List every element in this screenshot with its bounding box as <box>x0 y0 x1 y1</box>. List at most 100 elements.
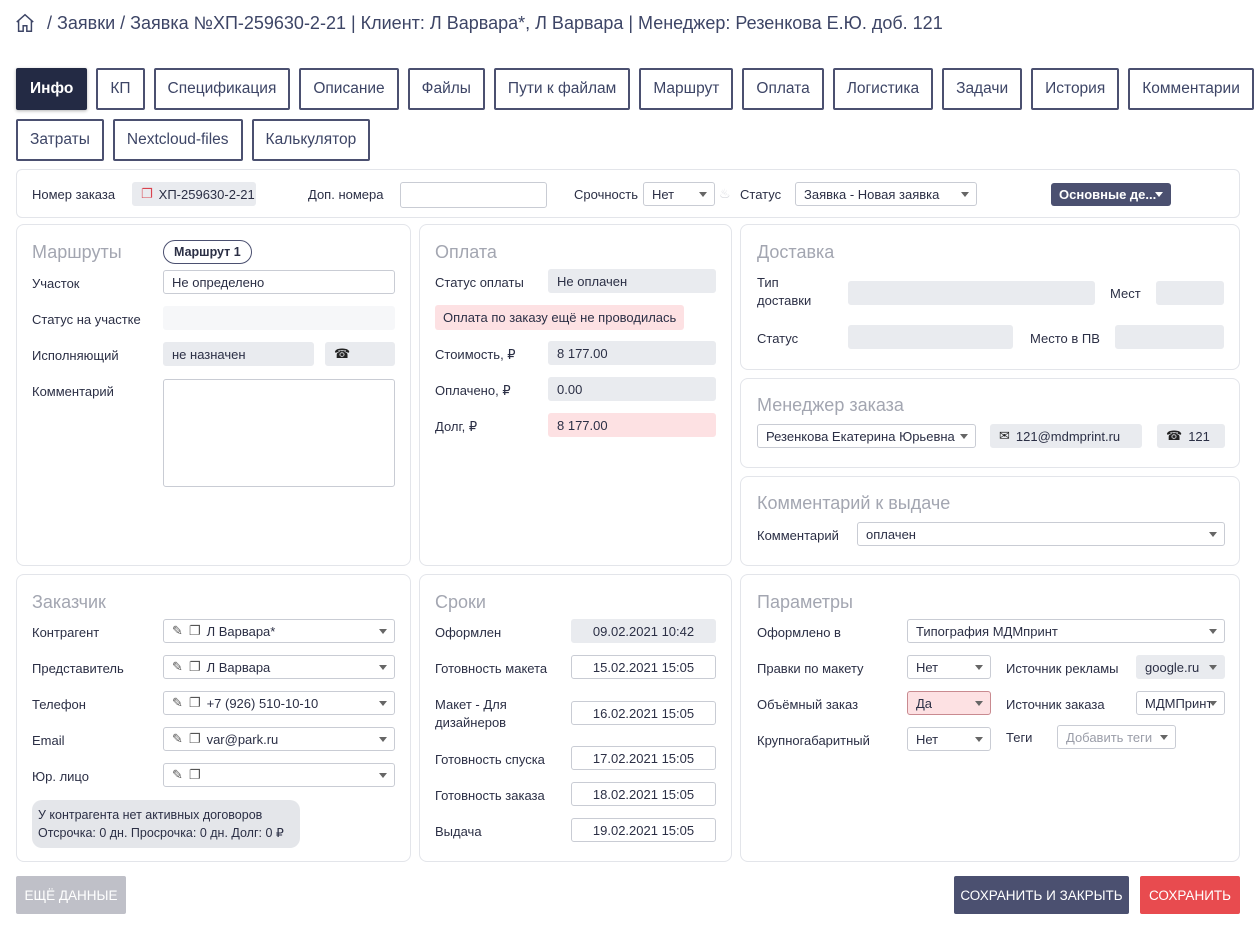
created-label: Оформлен <box>435 625 502 640</box>
order-number-field[interactable]: ❐ ХП-259630-2-21 <box>132 182 256 206</box>
manager-phone-field[interactable]: ☎ 121 <box>1157 424 1225 448</box>
executor-label: Исполняющий <box>32 348 119 363</box>
tab-costs[interactable]: Затраты <box>16 119 104 161</box>
tab-description[interactable]: Описание <box>299 68 399 110</box>
save-button[interactable]: Сохранить <box>1140 876 1240 914</box>
order-number-label: Номер заказа <box>32 187 116 202</box>
comment-label: Комментарий <box>32 384 114 399</box>
issued-in-select[interactable]: Типография МДМпринт <box>907 619 1225 643</box>
section-input[interactable]: Не определено <box>163 270 395 294</box>
edit-icon[interactable]: ✎ <box>172 623 183 639</box>
extra-numbers-input[interactable] <box>400 182 547 208</box>
ad-source-select[interactable]: google.ru <box>1136 655 1225 679</box>
edit-icon[interactable]: ✎ <box>172 767 183 783</box>
cost-field: 8 177.00 <box>548 341 716 365</box>
copy-icon[interactable]: ❐ <box>189 623 201 639</box>
edit-icon[interactable]: ✎ <box>172 695 183 711</box>
manager-select[interactable]: Резенкова Екатерина Юрьевна <box>757 424 976 448</box>
deadlines-title: Сроки <box>435 592 486 612</box>
order-ready-field[interactable]: 18.02.2021 15:05 <box>571 782 716 806</box>
edits-select[interactable]: Нет <box>907 655 991 679</box>
copy-icon[interactable]: ❐ <box>189 731 201 747</box>
delivery-card: Доставка Тип доставки Мест Статус Место … <box>740 224 1240 370</box>
main-actions-dropdown[interactable]: Основные де... <box>1051 183 1171 206</box>
issue-comment-title: Комментарий к выдаче <box>757 493 951 513</box>
layout-designers-field[interactable]: 16.02.2021 15:05 <box>571 701 716 725</box>
routes-title: Маршруты <box>32 242 122 262</box>
email-select[interactable]: ✎ ❐ var@park.ru <box>163 727 395 751</box>
bulk-order-select[interactable]: Да <box>907 691 991 715</box>
layout-ready-label: Готовность макета <box>435 661 548 676</box>
order-source-select[interactable]: МДМПринт <box>1136 691 1225 715</box>
phone-value: +7 (926) 510-10-10 <box>206 695 319 711</box>
manager-card: Менеджер заказа Резенкова Екатерина Юрье… <box>740 378 1240 468</box>
release-ready-field[interactable]: 17.02.2021 15:05 <box>571 746 716 770</box>
debt-info-line: Отсрочка: 0 дн. Просрочка: 0 дн. Долг: 0… <box>38 826 284 840</box>
tab-payment[interactable]: Оплата <box>742 68 824 110</box>
release-ready-label: Готовность спуска <box>435 752 545 767</box>
tab-comments[interactable]: Комментарии <box>1128 68 1254 110</box>
customer-title: Заказчик <box>32 592 106 612</box>
executor-phone-field[interactable]: ☎ <box>325 342 395 366</box>
issue-date-field[interactable]: 19.02.2021 15:05 <box>571 818 716 842</box>
created-field: 09.02.2021 10:42 <box>571 619 716 643</box>
tab-files[interactable]: Файлы <box>407 68 485 110</box>
copy-icon[interactable]: ❐ <box>141 186 153 202</box>
legal-entity-select[interactable]: ✎ ❐ <box>163 763 395 787</box>
tab-calculator[interactable]: Калькулятор <box>251 119 371 161</box>
tags-label: Теги <box>1006 730 1033 745</box>
urgency-select[interactable]: Нет <box>643 182 715 206</box>
payment-status-field: Не оплачен <box>548 269 716 293</box>
tab-nextcloud-files[interactable]: Nextcloud-files <box>112 119 243 161</box>
copy-icon[interactable]: ❐ <box>189 659 201 675</box>
phone-label: Телефон <box>32 697 86 712</box>
payment-title: Оплата <box>435 242 497 262</box>
route-comment-textarea[interactable] <box>163 379 395 487</box>
tab-history[interactable]: История <box>1031 68 1120 110</box>
more-data-button[interactable]: Ещё данные <box>16 876 126 914</box>
ad-source-label: Источник рекламы <box>1006 661 1119 676</box>
tab-kp[interactable]: КП <box>96 68 145 110</box>
tab-file-paths[interactable]: Пути к файлам <box>493 68 631 110</box>
breadcrumb: / Заявки / Заявка №ХП-259630-2-21 | Клие… <box>14 9 943 37</box>
manager-email-field[interactable]: ✉ 121@mdmprint.ru <box>990 424 1142 448</box>
breadcrumb-orders-link[interactable]: Заявки <box>57 13 115 34</box>
pv-place-label: Место в ПВ <box>1030 331 1100 346</box>
tab-tasks[interactable]: Задачи <box>942 68 1023 110</box>
issue-comment-select[interactable]: оплачен <box>857 522 1225 546</box>
tab-logistics[interactable]: Логистика <box>832 68 934 110</box>
layout-ready-field[interactable]: 15.02.2021 15:05 <box>571 655 716 679</box>
tags-select[interactable]: Добавить теги <box>1057 725 1176 749</box>
tab-route[interactable]: Маршрут <box>639 68 734 110</box>
copy-icon[interactable]: ❐ <box>189 767 201 783</box>
bulk-order-label: Объёмный заказ <box>757 697 859 712</box>
counterparty-select[interactable]: ✎ ❐ Л Варвара* <box>163 619 395 643</box>
representative-value: Л Варвара <box>206 659 271 675</box>
tab-info[interactable]: Инфо <box>16 68 88 110</box>
phone-icon: ☎ <box>1166 428 1183 443</box>
edit-icon[interactable]: ✎ <box>172 659 183 675</box>
delivery-title: Доставка <box>757 242 835 262</box>
executor-field[interactable]: не назначен <box>163 342 314 366</box>
route-1-pill[interactable]: Маршрут 1 <box>163 240 252 264</box>
save-and-close-button[interactable]: Сохранить и закрыть <box>954 876 1129 914</box>
email-value: var@park.ru <box>206 731 279 747</box>
email-label: Email <box>32 733 65 748</box>
layout-designers-label: Макет - Для дизайнеров <box>435 697 507 730</box>
pv-place-field[interactable] <box>1115 325 1224 349</box>
places-label: Мест <box>1110 286 1141 301</box>
copy-icon[interactable]: ❐ <box>189 695 201 711</box>
large-size-select[interactable]: Нет <box>907 727 991 751</box>
edit-icon[interactable]: ✎ <box>172 731 183 747</box>
phone-select[interactable]: ✎ ❐ +7 (926) 510-10-10 <box>163 691 395 715</box>
delivery-status-field[interactable] <box>848 325 1013 349</box>
representative-select[interactable]: ✎ ❐ Л Варвара <box>163 655 395 679</box>
contract-info-line: У контрагента нет активных договоров <box>38 808 263 822</box>
tab-specification[interactable]: Спецификация <box>153 68 291 110</box>
order-number-value: ХП-259630-2-21 <box>158 186 255 202</box>
delivery-type-field[interactable] <box>848 281 1095 305</box>
status-select[interactable]: Заявка - Новая заявка <box>795 182 977 206</box>
payment-card: Оплата Статус оплаты Не оплачен Оплата п… <box>419 224 732 566</box>
places-field[interactable] <box>1156 281 1224 305</box>
home-icon[interactable] <box>14 12 36 34</box>
